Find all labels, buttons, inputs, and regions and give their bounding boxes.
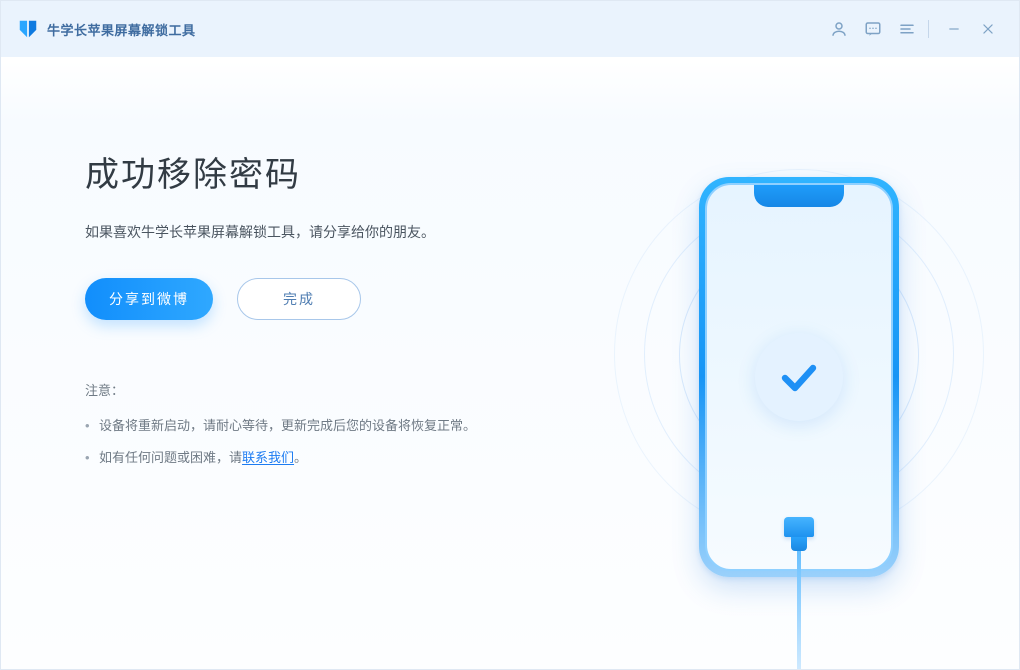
- feedback-icon[interactable]: [858, 14, 888, 44]
- account-icon[interactable]: [824, 14, 854, 44]
- phone-screen: [705, 183, 893, 571]
- cable-cord-icon: [797, 551, 801, 670]
- button-row: 分享到微博 完成: [85, 278, 579, 320]
- cable-neck-icon: [791, 537, 807, 551]
- left-panel: 成功移除密码 如果喜欢牛学长苹果屏幕解锁工具，请分享给你的朋友。 分享到微博 完…: [85, 117, 579, 669]
- content-area: 成功移除密码 如果喜欢牛学长苹果屏幕解锁工具，请分享给你的朋友。 分享到微博 完…: [1, 57, 1019, 669]
- share-button[interactable]: 分享到微博: [85, 278, 213, 320]
- notes-list: 设备将重新启动，请耐心等待，更新完成后您的设备将恢复正常。 如有任何问题或困难，…: [85, 415, 579, 469]
- phone-frame-icon: [699, 177, 899, 577]
- success-heading: 成功移除密码: [85, 147, 579, 196]
- illustration-panel: [619, 117, 979, 670]
- app-logo-icon: [17, 18, 39, 40]
- note-contact-prefix: 如有任何问题或困难，请: [99, 450, 242, 465]
- checkmark-icon: [755, 333, 843, 421]
- app-window: 牛学长苹果屏幕解锁工具: [0, 0, 1020, 670]
- cable-plug-icon: [784, 517, 814, 537]
- note-item: 设备将重新启动，请耐心等待，更新完成后您的设备将恢复正常。: [85, 415, 579, 437]
- note-item: 如有任何问题或困难，请联系我们。: [85, 447, 579, 469]
- app-title: 牛学长苹果屏幕解锁工具: [47, 20, 196, 39]
- note-contact-suffix: 。: [294, 450, 307, 465]
- notes-title: 注意：: [85, 380, 579, 399]
- titlebar: 牛学长苹果屏幕解锁工具: [1, 1, 1019, 57]
- done-button[interactable]: 完成: [237, 278, 361, 320]
- phone-illustration: [619, 177, 979, 670]
- share-button-label: 分享到微博: [109, 289, 189, 309]
- contact-us-link[interactable]: 联系我们: [242, 450, 294, 465]
- close-button[interactable]: [973, 14, 1003, 44]
- menu-icon[interactable]: [892, 14, 922, 44]
- divider: [928, 20, 929, 38]
- minimize-button[interactable]: [939, 14, 969, 44]
- success-subtext: 如果喜欢牛学长苹果屏幕解锁工具，请分享给你的朋友。: [85, 222, 579, 242]
- phone-notch-icon: [754, 185, 844, 207]
- cable-icon: [779, 517, 819, 670]
- done-button-label: 完成: [283, 289, 315, 309]
